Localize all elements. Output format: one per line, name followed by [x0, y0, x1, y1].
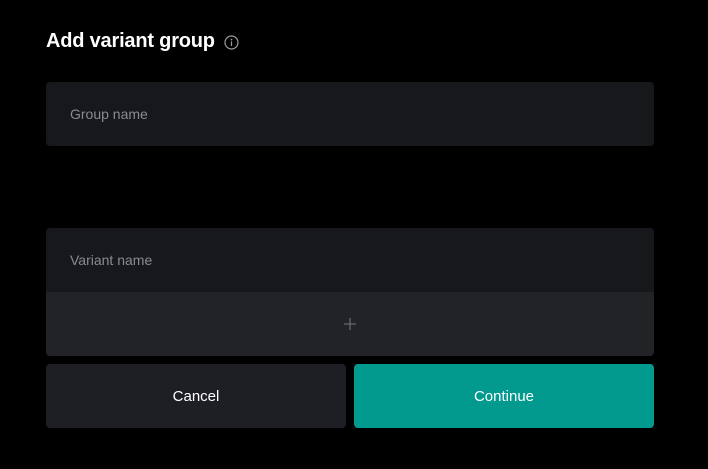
add-variant-group-dialog: Add variant group Cancel Continue — [0, 0, 708, 469]
variant-name-field — [46, 228, 654, 292]
dialog-title: Add variant group — [46, 30, 215, 52]
continue-button[interactable]: Continue — [354, 364, 654, 428]
plus-icon — [343, 317, 357, 331]
add-variant-button[interactable] — [46, 292, 654, 356]
dialog-header: Add variant group — [46, 30, 239, 53]
variant-name-input[interactable] — [46, 228, 654, 292]
group-name-field — [46, 82, 654, 146]
group-name-input[interactable] — [46, 82, 654, 146]
cancel-button[interactable]: Cancel — [46, 364, 346, 428]
info-icon[interactable] — [224, 35, 239, 50]
variant-list — [46, 228, 654, 356]
